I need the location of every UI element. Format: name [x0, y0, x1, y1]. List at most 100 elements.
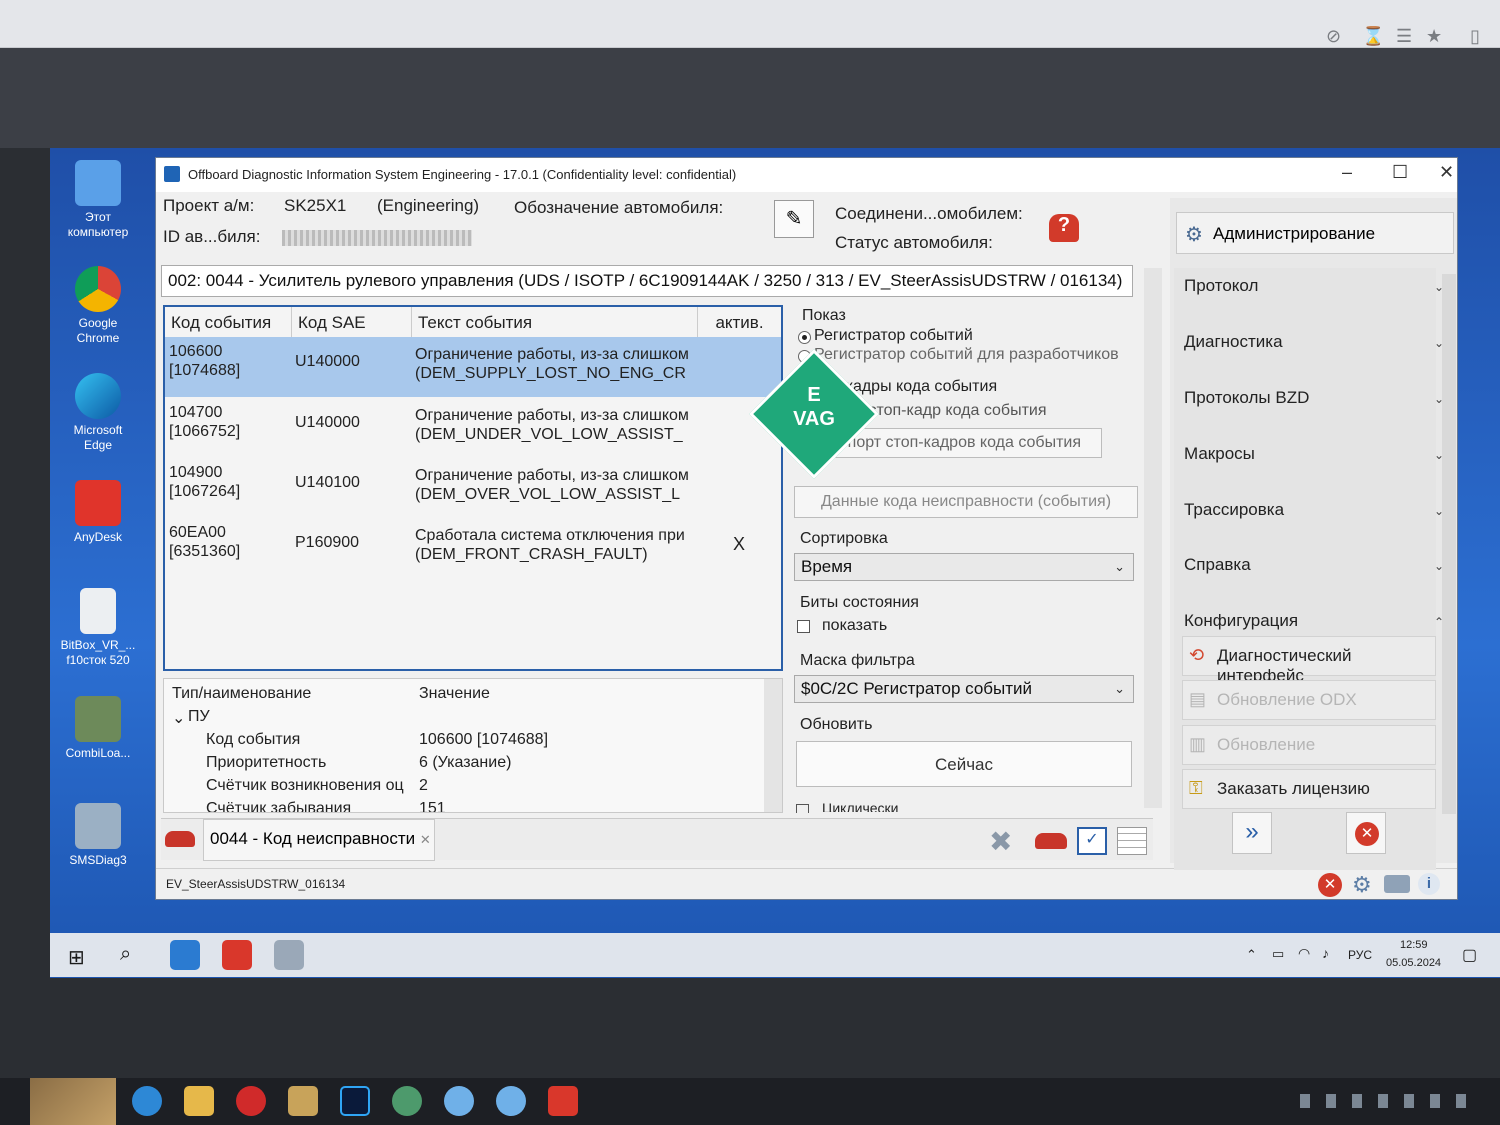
language-indicator[interactable]: РУС — [1348, 948, 1372, 962]
filter-select[interactable]: $0C/2C Регистратор событий ⌄ — [794, 675, 1134, 703]
ecu-title: 002: 0044 - Усилитель рулевого управлени… — [161, 265, 1133, 297]
app-taskbar-icon[interactable] — [274, 940, 304, 970]
desktop-icon-edge[interactable]: Microsoft Edge — [58, 373, 138, 453]
vehicle-icon[interactable] — [1035, 833, 1067, 849]
clock-time[interactable]: 12:59 — [1400, 939, 1428, 951]
desktop-icon-anydesk[interactable]: AnyDesk — [58, 480, 138, 545]
close-circle-icon: ✕ — [1355, 822, 1379, 846]
tray-chevron-up-icon[interactable]: ⌃ — [1246, 947, 1257, 963]
eye-off-icon[interactable]: ⊘ — [1326, 26, 1341, 47]
opera-icon[interactable] — [236, 1086, 266, 1116]
table-row[interactable]: 104900 [1067264] U140100 Ограничение раб… — [165, 457, 781, 517]
wifi-icon[interactable]: ◠ — [1298, 945, 1310, 962]
gear-icon[interactable]: ⚙ — [1352, 872, 1372, 898]
speaker-icon[interactable]: ♪ — [1322, 945, 1329, 961]
nav-odx-update[interactable]: ▤ Обновление ODX — [1182, 680, 1436, 720]
fault-data-button[interactable]: Данные кода неисправности (события) — [794, 486, 1138, 518]
tools-icon[interactable]: ✖ — [989, 825, 1012, 858]
forward-button[interactable]: » — [1232, 812, 1272, 854]
details-panel: Тип/наименование Значение ⌄ ПУ Код событ… — [163, 678, 783, 813]
edit-notes-icon[interactable]: ✎ — [774, 200, 814, 238]
app-icon-2[interactable] — [496, 1086, 526, 1116]
search-icon[interactable]: ⌕ — [120, 943, 131, 966]
grid-icon[interactable] — [1117, 827, 1147, 855]
close-tab-icon[interactable]: ✕ — [420, 832, 431, 847]
app-icon-1[interactable] — [444, 1086, 474, 1116]
anydesk-taskbar-icon[interactable] — [222, 940, 252, 970]
radio-event-recorder[interactable] — [798, 331, 811, 344]
nav-scrollbar[interactable] — [1442, 274, 1456, 814]
folder-icon[interactable] — [184, 1086, 214, 1116]
evag-logo-text: E VAG — [793, 384, 835, 430]
col-header-code[interactable]: Код события — [165, 307, 292, 337]
nav-diagnostics[interactable]: Диагностика ⌄ — [1184, 332, 1444, 352]
desktop-icon-smsdiag[interactable]: SMSDiag3 — [58, 803, 138, 868]
start-icon[interactable]: ⊞ — [68, 945, 85, 970]
nav-bzd-protocols[interactable]: Протоколы BZD ⌄ — [1184, 388, 1444, 408]
details-group[interactable]: ПУ — [188, 708, 210, 726]
notifications-icon[interactable]: ▢ — [1462, 945, 1477, 965]
odx-icon: ▤ — [1189, 689, 1207, 709]
col-header-text[interactable]: Текст события — [412, 307, 698, 337]
col-header-sae[interactable]: Код SAE — [292, 307, 412, 337]
nav-macros[interactable]: Макросы ⌄ — [1184, 444, 1444, 464]
vehicle-status-label: Статус автомобиля: — [835, 233, 993, 252]
anydesk-dock-icon[interactable] — [548, 1086, 578, 1116]
nav-tracing[interactable]: Трассировка ⌄ — [1184, 500, 1444, 520]
star-icon[interactable]: ★ — [1426, 26, 1442, 47]
smsdiag-icon — [75, 803, 121, 849]
table-row[interactable]: 60EA00 [6351360] P160900 Сработала систе… — [165, 517, 781, 577]
nav-update[interactable]: ▥ Обновление — [1182, 725, 1436, 765]
info-icon[interactable]: i — [1418, 873, 1440, 895]
show-checkbox[interactable] — [797, 620, 810, 633]
anydesk-icon — [75, 480, 121, 526]
sort-select[interactable]: Время ⌄ — [794, 553, 1134, 581]
camera-icon[interactable] — [1384, 875, 1410, 893]
minimize-button[interactable]: – — [1342, 162, 1352, 183]
database-icon[interactable]: ☰ — [1396, 26, 1412, 47]
network-icon[interactable] — [392, 1086, 422, 1116]
clock-date[interactable]: 05.05.2024 — [1386, 957, 1441, 969]
error-icon[interactable]: ✕ — [1318, 873, 1342, 897]
refresh-now-button[interactable]: Сейчас — [796, 741, 1132, 787]
odis-taskbar-icon[interactable] — [170, 940, 200, 970]
details-col-name: Тип/наименование — [172, 685, 312, 702]
details-scrollbar[interactable] — [764, 679, 782, 812]
close-button[interactable]: ✕ — [1439, 162, 1454, 183]
desktop-icon-combiloader[interactable]: CombiLoa... — [58, 696, 138, 761]
tool-icon[interactable] — [288, 1086, 318, 1116]
cyclic-checkbox[interactable] — [796, 804, 809, 813]
table-row[interactable]: 104700 [1066752] U140000 Ограничение раб… — [165, 397, 781, 457]
nav-help[interactable]: Справка ⌄ — [1184, 555, 1444, 575]
checklist-icon[interactable]: ✓ — [1077, 827, 1107, 855]
photoshop-icon[interactable] — [340, 1086, 370, 1116]
edge-taskbar-icon[interactable] — [132, 1086, 162, 1116]
wallpaper-thumbnail — [30, 1078, 116, 1125]
tab-strip: 0044 - Код неисправности ✕ ✖ ✓ — [161, 818, 1153, 861]
nav-protocol[interactable]: Протокол ⌄ — [1184, 276, 1444, 296]
maximize-button[interactable]: ☐ — [1392, 162, 1408, 183]
tab-fault-codes[interactable]: 0044 - Код неисправности ✕ — [203, 819, 435, 861]
chevron-down-icon[interactable]: ⌄ — [172, 708, 185, 728]
page-icon[interactable]: ▯ — [1470, 26, 1480, 47]
desktop-icon-bitbox[interactable]: BitBox_VR_... f10сток 520 — [58, 588, 138, 668]
nav-diag-interface[interactable]: ⟲ Диагностический интерфейс — [1182, 636, 1436, 685]
system-tray — [1300, 1094, 1480, 1108]
window-title: Offboard Diagnostic Information System E… — [188, 167, 737, 182]
table-row[interactable]: 106600 [1074688] U140000 Ограничение раб… — [165, 337, 781, 397]
desktop-icon-this-pc[interactable]: Этот компьютер — [58, 160, 138, 240]
project-label: Проект а/м: — [163, 196, 255, 215]
nav-order-license[interactable]: ⚿ Заказать лицензию — [1182, 769, 1436, 809]
hourglass-icon[interactable]: ⌛ — [1362, 26, 1384, 47]
desktop-icon-chrome[interactable]: Google Chrome — [58, 266, 138, 346]
admin-gear-icon: ⚙ — [1185, 224, 1203, 246]
cancel-button[interactable]: ✕ — [1346, 812, 1386, 854]
battery-icon[interactable]: ▭ — [1272, 946, 1284, 962]
admin-button[interactable]: ⚙ Администрирование — [1176, 212, 1454, 254]
computer-icon — [75, 160, 121, 206]
col-header-active[interactable]: актив. — [698, 307, 781, 337]
scrollbar[interactable] — [1144, 268, 1162, 808]
sort-label: Сортировка — [800, 530, 888, 547]
nav-configuration[interactable]: Конфигурация ⌃ — [1184, 611, 1444, 631]
app-icon — [164, 166, 180, 182]
